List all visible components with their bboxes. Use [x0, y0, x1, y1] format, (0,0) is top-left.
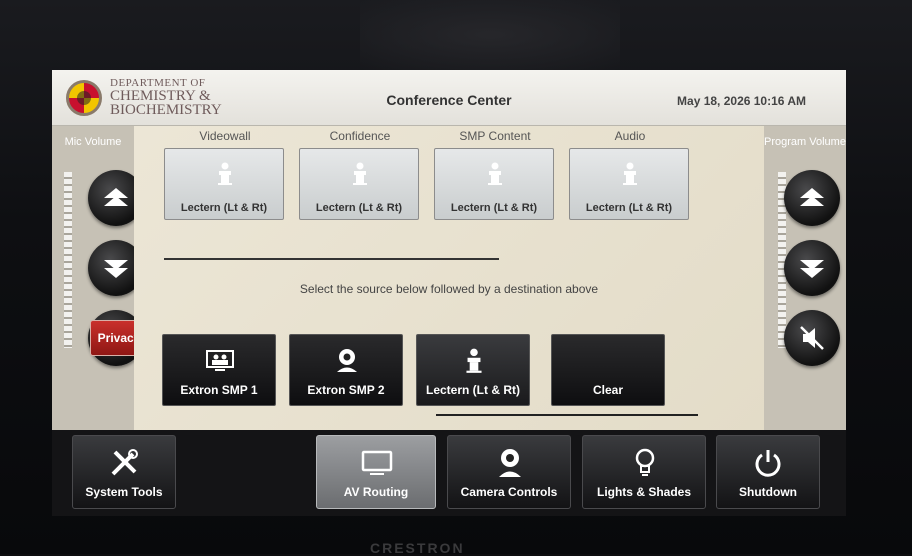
tools-icon	[111, 449, 138, 476]
source-selection-underline	[436, 414, 698, 416]
source-label: Extron SMP 2	[307, 383, 385, 397]
double-chevron-down-icon	[800, 260, 824, 278]
destination-label: Confidence	[329, 129, 391, 143]
double-chevron-down-icon	[104, 260, 128, 278]
program-mute-button[interactable]	[784, 310, 840, 366]
nav-label: Shutdown	[739, 485, 797, 499]
nav-shutdown[interactable]: Shutdown	[716, 435, 820, 509]
destination-label: Videowall	[199, 129, 251, 143]
date-time: May 18, 2026 10:16 AM	[677, 94, 806, 108]
double-chevron-up-icon	[800, 188, 824, 206]
video-conference-icon	[206, 350, 234, 371]
nav-label: System Tools	[85, 485, 163, 499]
routing-instruction: Select the source below followed by a de…	[299, 282, 599, 296]
nav-system-tools[interactable]: System Tools	[72, 435, 176, 509]
destination-divider	[164, 258, 499, 260]
lectern-icon	[623, 162, 637, 185]
nav-label: AV Routing	[343, 485, 409, 499]
touch-screen: DEPARTMENT OF CHEMISTRY & BIOCHEMISTRY C…	[52, 70, 846, 516]
destination-button[interactable]: Lectern (Lt & Rt)	[164, 148, 284, 220]
lectern-icon	[353, 162, 367, 185]
program-volume-panel: Program Volume	[764, 126, 846, 436]
source-extron-smp-1-button[interactable]: Extron SMP 1	[162, 334, 276, 406]
header-bar: DEPARTMENT OF CHEMISTRY & BIOCHEMISTRY C…	[52, 70, 846, 126]
program-volume-down-button[interactable]	[784, 240, 840, 296]
destination-source-label: Lectern (Lt & Rt)	[585, 202, 673, 214]
mic-volume-label: Mic Volume	[64, 136, 122, 148]
destination-source-label: Lectern (Lt & Rt)	[315, 202, 403, 214]
av-routing-panel: Videowall Lectern (Lt & Rt) Confidence L…	[134, 126, 764, 436]
destination-label: SMP Content	[459, 129, 531, 143]
destination-button[interactable]: Lectern (Lt & Rt)	[299, 148, 419, 220]
destination-videowall: Videowall Lectern (Lt & Rt)	[164, 128, 286, 220]
source-label: Extron SMP 1	[180, 383, 258, 397]
bottom-nav-bar: System Tools AV Routing Camera Controls …	[52, 430, 846, 516]
nav-lights-shades[interactable]: Lights & Shades	[582, 435, 706, 509]
double-chevron-up-icon	[104, 188, 128, 206]
source-label: Clear	[592, 383, 624, 397]
nav-label: Lights & Shades	[596, 485, 691, 499]
source-extron-smp-2-button[interactable]: Extron SMP 2	[289, 334, 403, 406]
lightbulb-icon	[635, 448, 655, 476]
bezel-glare	[360, 0, 620, 70]
program-volume-up-button[interactable]	[784, 170, 840, 226]
power-icon	[755, 450, 781, 477]
destination-confidence: Confidence Lectern (Lt & Rt)	[299, 128, 421, 220]
nav-av-routing[interactable]: AV Routing	[316, 435, 436, 509]
destination-button[interactable]: Lectern (Lt & Rt)	[434, 148, 554, 220]
nav-camera-controls[interactable]: Camera Controls	[447, 435, 571, 509]
destination-label: Audio	[614, 129, 646, 143]
speaker-mute-icon	[800, 326, 824, 350]
lectern-icon	[488, 162, 502, 185]
destination-smp-content: SMP Content Lectern (Lt & Rt)	[434, 128, 556, 220]
mic-volume-meter	[64, 172, 72, 348]
source-clear-button[interactable]: Clear	[551, 334, 665, 406]
source-label: Lectern (Lt & Rt)	[426, 383, 520, 397]
program-volume-label: Program Volume	[764, 136, 846, 148]
camera-icon	[337, 349, 357, 372]
destination-button[interactable]: Lectern (Lt & Rt)	[569, 148, 689, 220]
monitor-icon	[361, 450, 393, 475]
source-lectern-button[interactable]: Lectern (Lt & Rt)	[416, 334, 530, 406]
lectern-icon	[218, 162, 232, 185]
nav-label: Camera Controls	[460, 485, 558, 499]
destination-source-label: Lectern (Lt & Rt)	[450, 202, 538, 214]
lectern-icon	[466, 348, 482, 373]
destination-source-label: Lectern (Lt & Rt)	[180, 202, 268, 214]
camera-icon	[499, 449, 521, 477]
mic-volume-panel: Mic Volume	[52, 126, 144, 436]
bezel-brand-text: CRESTRON	[370, 540, 465, 556]
destination-audio: Audio Lectern (Lt & Rt)	[569, 128, 691, 220]
